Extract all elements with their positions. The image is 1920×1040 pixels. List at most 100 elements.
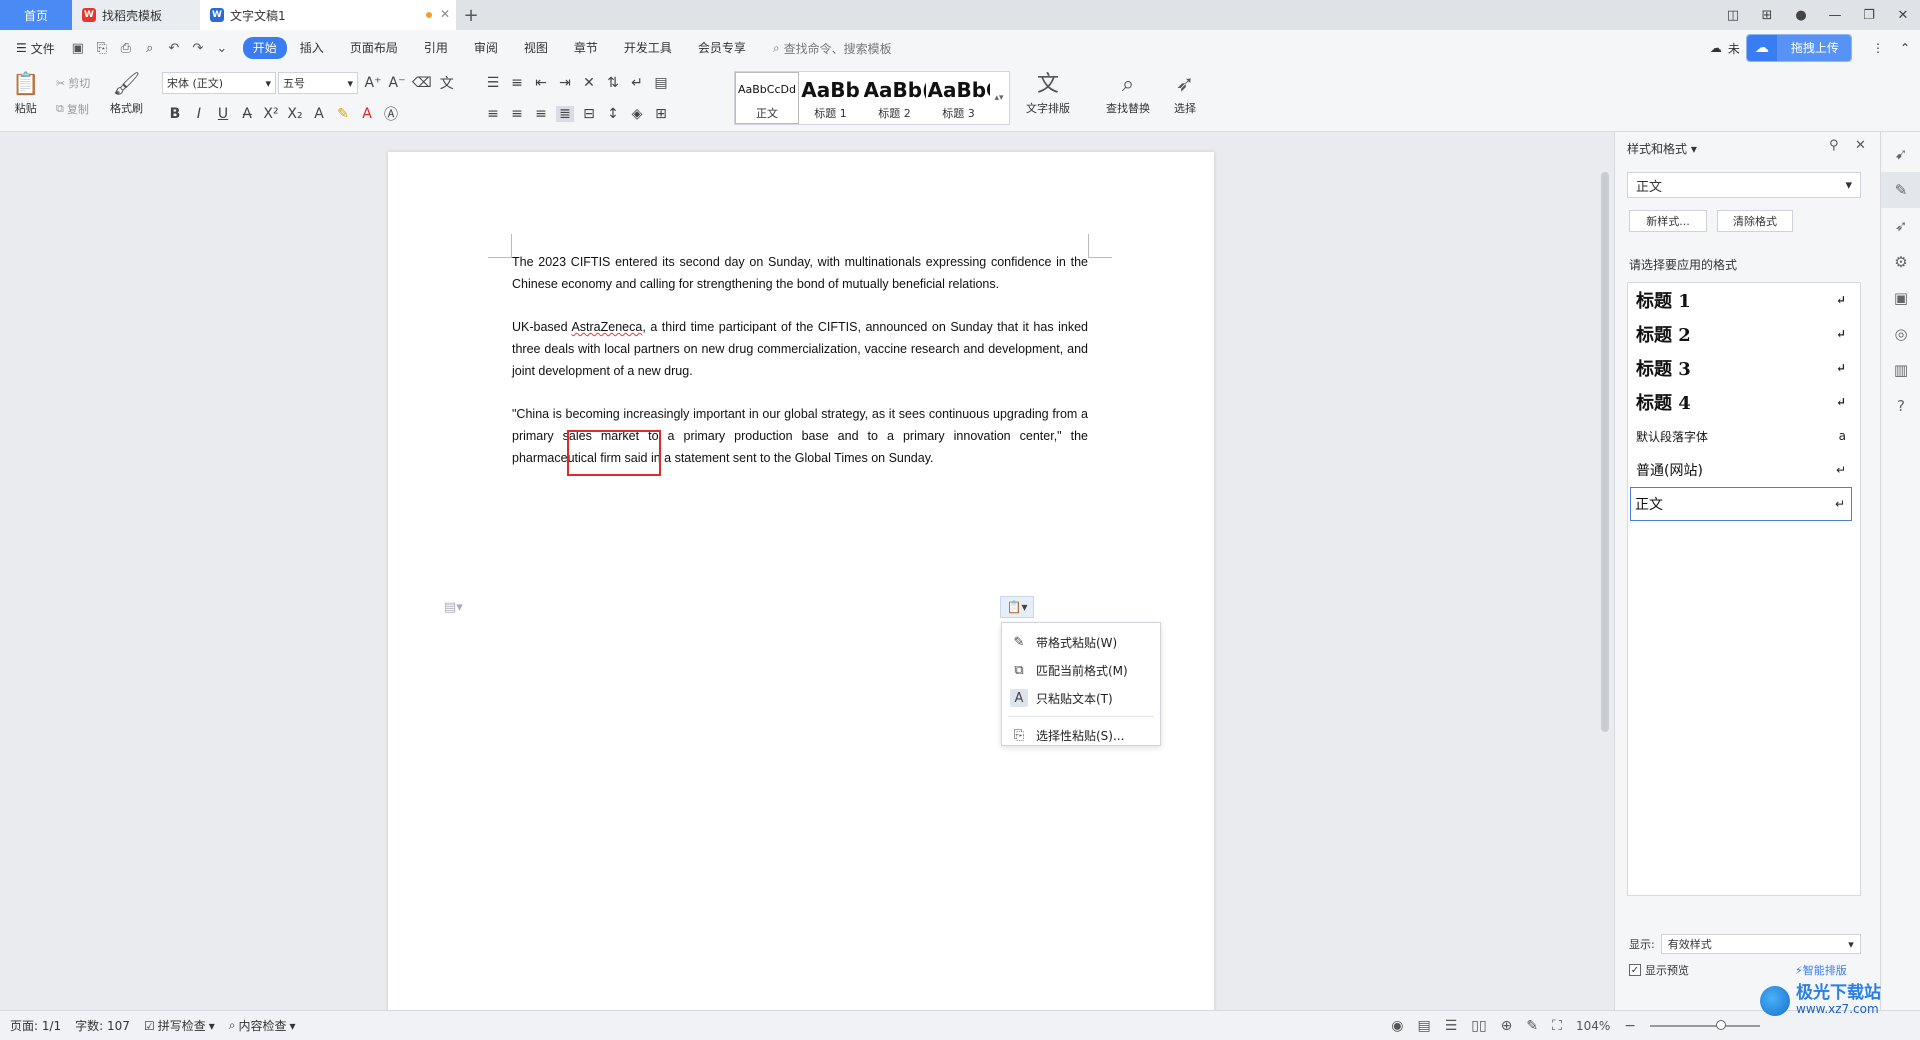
find-replace-button[interactable]: ⌕ 查找替换 — [1106, 70, 1150, 116]
undo-icon[interactable]: ↶ — [163, 41, 185, 56]
match-format-item[interactable]: ⧉ 匹配当前格式(M) — [1002, 656, 1160, 684]
text-effect-icon[interactable]: A — [310, 106, 328, 122]
style-list-item[interactable]: 普通(网站) ↵ — [1628, 453, 1860, 487]
superscript-icon[interactable]: X² — [262, 106, 280, 122]
menu-tab-4[interactable]: 审阅 — [461, 37, 511, 59]
help-icon[interactable]: ? — [1881, 388, 1920, 424]
clear-format-button[interactable]: 清除格式 — [1717, 210, 1793, 232]
apps-grid-icon[interactable]: ⊞ — [1750, 8, 1784, 23]
new-style-button[interactable]: 新样式... — [1629, 210, 1707, 232]
justify-icon[interactable]: ≣ — [556, 106, 574, 122]
redo-icon[interactable]: ↷ — [187, 41, 209, 56]
restore-icon[interactable]: ❐ — [1852, 8, 1886, 23]
style-edit-icon[interactable]: ✎ — [1881, 172, 1920, 208]
subscript-icon[interactable]: X₂ — [286, 106, 304, 122]
scrollbar-thumb[interactable] — [1601, 172, 1609, 732]
bold-icon[interactable]: B — [166, 106, 184, 122]
drag-upload-button[interactable]: ☁ 拖拽上传 — [1745, 34, 1852, 62]
zoom-slider[interactable] — [1650, 1019, 1760, 1030]
page-indicator[interactable]: 页面: 1/1 — [10, 1017, 61, 1034]
style-gallery-item-1[interactable]: AaBb 标题 1 — [799, 72, 863, 124]
show-preview-checkbox[interactable]: ✓ — [1629, 964, 1641, 976]
book-icon[interactable]: ▥ — [1881, 352, 1920, 388]
char-border-icon[interactable]: Ⓐ — [382, 104, 400, 124]
paragraph-1[interactable]: The 2023 CIFTIS entered its second day o… — [512, 251, 1088, 295]
print-icon[interactable]: ⎙ — [115, 41, 137, 56]
style-list-item[interactable]: 标题 2 ↵ — [1628, 317, 1860, 351]
clear-format-icon[interactable]: ⌫ — [412, 75, 432, 91]
font-size-select[interactable]: 五号 ▾ — [278, 72, 358, 94]
zoom-level[interactable]: 104% — [1576, 1019, 1610, 1033]
zoom-out-icon[interactable]: − — [1624, 1018, 1636, 1034]
text-layout-button[interactable]: 文 文字排版 — [1026, 70, 1070, 116]
close-window-icon[interactable]: ✕ — [1886, 8, 1920, 23]
line-spacing-icon[interactable]: ↕ — [604, 106, 622, 122]
outline-view-icon[interactable]: ☰ — [1445, 1018, 1458, 1034]
content-check-toggle[interactable]: ⌕ 内容检查 ▾ — [229, 1017, 296, 1034]
minimize-icon[interactable]: — — [1818, 8, 1852, 23]
font-name-select[interactable]: 宋体 (正文) ▾ — [162, 72, 276, 94]
collapse-ribbon-icon[interactable]: ⌃ — [1900, 41, 1910, 55]
web-view-icon[interactable]: ⊕ — [1501, 1018, 1513, 1034]
spell-check-toggle[interactable]: ☑ 拼写检查 ▾ — [144, 1017, 215, 1034]
highlight-icon[interactable]: ✎ — [334, 106, 352, 122]
menu-tab-8[interactable]: 会员专享 — [685, 37, 759, 59]
numbered-list-icon[interactable]: ≡ — [508, 75, 526, 91]
cloud-sync-icon[interactable]: ☁ — [1710, 41, 1722, 55]
paste-text-only-item[interactable]: A 只粘贴文本(T) — [1002, 684, 1160, 712]
word-count[interactable]: 字数: 107 — [75, 1017, 130, 1034]
fit-page-icon[interactable]: ⛶ — [1552, 1018, 1562, 1034]
style-gallery-more-icon[interactable]: ▴▾ — [991, 72, 1007, 124]
menu-tab-0[interactable]: 开始 — [242, 37, 287, 59]
table-layout-icon[interactable]: ▤ — [652, 75, 670, 91]
smart-layout-link[interactable]: ⚡智能排版 — [1795, 962, 1847, 978]
paste-button[interactable]: 📋 粘贴 — [12, 70, 39, 116]
align-right-icon[interactable]: ≡ — [532, 106, 550, 122]
borders-icon[interactable]: ⊞ — [652, 106, 670, 122]
format-painter-button[interactable]: 🖌 格式刷 — [110, 70, 143, 116]
show-preview-option[interactable]: ✓ 显示预览 — [1629, 962, 1689, 978]
shrink-font-icon[interactable]: A⁻ — [388, 75, 406, 91]
style-list-item[interactable]: 正文 ↵ — [1630, 487, 1852, 521]
styles-panel-title[interactable]: 样式和格式 ▾ — [1627, 140, 1697, 157]
rocket-icon[interactable]: ➹ — [1881, 136, 1920, 172]
menu-tab-2[interactable]: 页面布局 — [337, 37, 411, 59]
italic-icon[interactable]: I — [190, 106, 208, 122]
tab-document[interactable]: W 文字文稿1 ✕ — [200, 0, 456, 30]
chinese-layout-icon[interactable]: ✕ — [580, 75, 598, 91]
file-menu[interactable]: ☰ 文件 — [8, 40, 63, 57]
pinyin-icon[interactable]: 文 — [438, 73, 456, 93]
zoom-slider-knob[interactable] — [1716, 1019, 1726, 1030]
style-list-item[interactable]: 标题 4 ↵ — [1628, 385, 1860, 419]
save-icon[interactable]: ▣ — [67, 41, 89, 56]
vertical-scrollbar[interactable] — [1600, 138, 1610, 1010]
paragraph-handle-icon[interactable]: ▤▾ — [444, 600, 463, 615]
style-gallery-item-2[interactable]: AaBb(标题 2 — [863, 72, 927, 124]
pin-icon[interactable]: ⚲ — [1829, 138, 1839, 153]
menu-tab-5[interactable]: 视图 — [511, 37, 561, 59]
display-filter-select[interactable]: 有效样式 ▾ — [1660, 934, 1861, 954]
cut-button[interactable]: ✂ 剪切 — [56, 72, 90, 94]
font-color-icon[interactable]: A — [358, 106, 376, 122]
strikethrough-icon[interactable]: A̶ — [238, 106, 256, 122]
command-search[interactable]: ⌕ 查找命令、搜索模板 — [773, 40, 892, 57]
tab-template[interactable]: W 找稻壳模板 — [72, 0, 200, 30]
increase-indent-icon[interactable]: ⇥ — [556, 75, 574, 91]
close-panel-icon[interactable]: ✕ — [1855, 138, 1866, 153]
style-gallery-item-3[interactable]: AaBbC(标题 3 — [927, 72, 991, 124]
paste-special-item[interactable]: ⎘ 选择性粘贴(S)... — [1002, 721, 1160, 749]
menu-tab-6[interactable]: 章节 — [561, 37, 611, 59]
export-pdf-icon[interactable]: ⎘ — [91, 41, 113, 56]
align-center-icon[interactable]: ≡ — [508, 106, 526, 122]
style-list-item[interactable]: 标题 1 ↵ — [1628, 283, 1860, 317]
menu-tab-1[interactable]: 插入 — [287, 37, 337, 59]
user-avatar-icon[interactable]: ● — [1784, 8, 1818, 23]
print-preview-icon[interactable]: ⌕ — [139, 41, 161, 56]
map-pin-icon[interactable]: ◎ — [1881, 316, 1920, 352]
sliders-icon[interactable]: ⚙ — [1881, 244, 1920, 280]
menu-tab-3[interactable]: 引用 — [411, 37, 461, 59]
paste-options-button[interactable]: 📋▾ — [1000, 596, 1034, 618]
style-list-item[interactable]: 标题 3 ↵ — [1628, 351, 1860, 385]
menu-tab-7[interactable]: 开发工具 — [611, 37, 685, 59]
distribute-icon[interactable]: ⊟ — [580, 106, 598, 122]
